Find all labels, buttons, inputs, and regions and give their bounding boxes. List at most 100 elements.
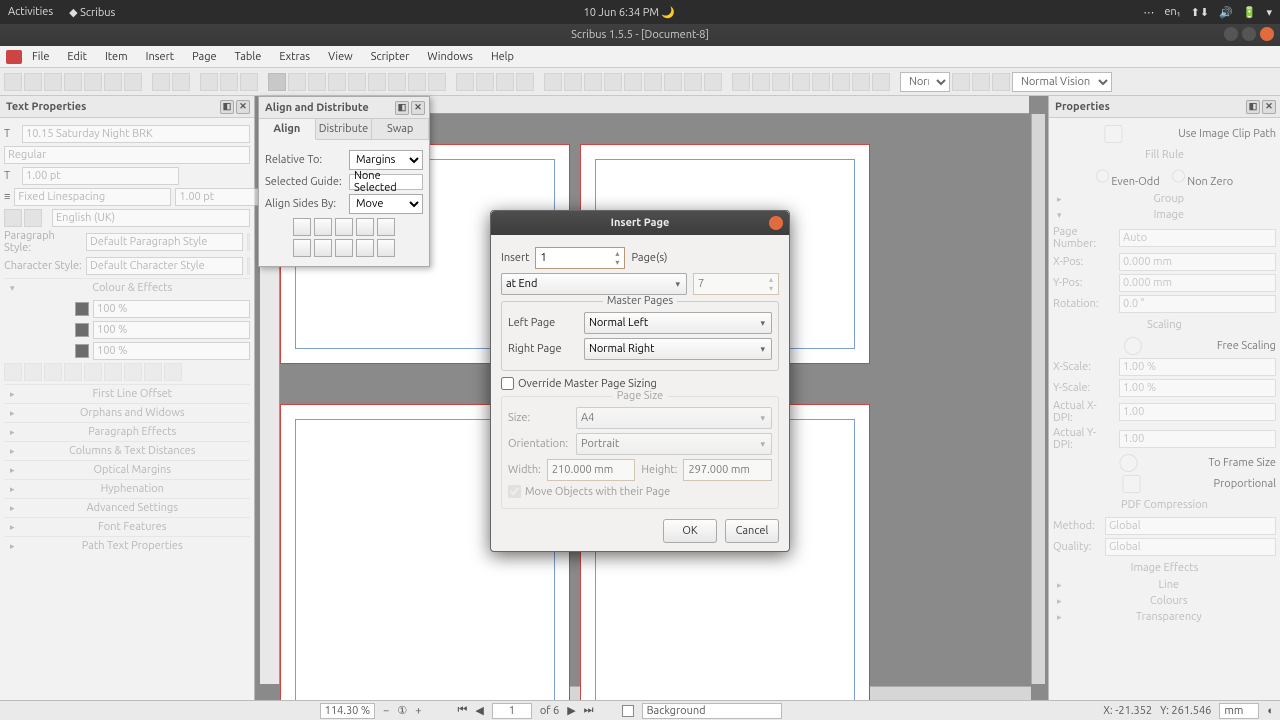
right-page-select[interactable]: Normal Right (584, 338, 772, 360)
window-close-button[interactable] (1260, 27, 1274, 41)
image-section[interactable]: Image (1066, 209, 1272, 221)
tool-link[interactable] (624, 73, 642, 91)
tool-spiral[interactable] (428, 73, 446, 91)
font-family-input[interactable] (22, 125, 250, 143)
tool-pdf[interactable] (124, 73, 142, 91)
tool-toggle-cm[interactable] (952, 73, 970, 91)
stroke-shade-input[interactable] (93, 321, 250, 339)
panel-close-icon[interactable]: ✕ (411, 101, 425, 115)
tool-eyedropper[interactable] (704, 73, 722, 91)
window-minimize-button[interactable] (1224, 27, 1238, 41)
align-left-icon[interactable] (4, 209, 22, 227)
cancel-button[interactable]: Cancel (725, 519, 779, 543)
bg-swatch[interactable] (75, 344, 89, 358)
align-right-button[interactable] (335, 218, 353, 236)
section-first-line[interactable]: First Line Offset (21, 388, 244, 400)
xscale-input[interactable] (1119, 358, 1276, 376)
align-left-button[interactable] (293, 218, 311, 236)
zoom-in-icon[interactable]: + (415, 705, 421, 717)
tool-polygon[interactable] (388, 73, 406, 91)
menu-page[interactable]: Page (184, 49, 225, 65)
font-style-input[interactable] (4, 146, 250, 164)
para-style-input[interactable] (86, 233, 243, 251)
linespacing-mode-input[interactable] (14, 188, 171, 206)
tool-text-frame[interactable] (288, 73, 306, 91)
align-sides-select[interactable]: Move (349, 194, 423, 214)
menu-item[interactable]: Item (97, 49, 136, 65)
preview-mode-select[interactable]: Normal (900, 72, 950, 92)
tool-edit-contents[interactable] (584, 73, 602, 91)
section-optical[interactable]: Optical Margins (21, 464, 244, 476)
tool-pdf-button[interactable] (732, 73, 750, 91)
align-center-icon[interactable] (24, 209, 42, 227)
align-bottom2-button[interactable] (377, 239, 395, 257)
battery-icon[interactable]: 🔋 (1243, 6, 1257, 19)
align-top-button[interactable] (293, 239, 311, 257)
page-next-icon[interactable]: ▶ (567, 704, 575, 717)
network-icon[interactable]: ⬆⬇ (1191, 6, 1209, 19)
para-style-clear-icon[interactable] (247, 233, 250, 251)
menu-scripter[interactable]: Scripter (363, 49, 418, 65)
panel-close-icon[interactable]: ✕ (236, 100, 250, 114)
xpos-input[interactable] (1119, 253, 1276, 271)
section-font-features[interactable]: Font Features (21, 521, 244, 533)
effect-icon[interactable] (164, 363, 182, 381)
effect-icon[interactable] (84, 363, 102, 381)
effect-icon[interactable] (144, 363, 162, 381)
tool-redo[interactable] (172, 73, 190, 91)
tray-dots-icon[interactable]: ⋯ (1143, 6, 1154, 19)
zoom-input[interactable]: 114.30 % (320, 703, 376, 719)
axdpi-input[interactable] (1119, 403, 1276, 421)
tool-cut[interactable] (200, 73, 218, 91)
dialog-close-button[interactable] (769, 216, 783, 230)
menu-table[interactable]: Table (227, 49, 270, 65)
tool-zoom[interactable] (564, 73, 582, 91)
effect-icon[interactable] (4, 363, 22, 381)
rotation-input[interactable] (1119, 295, 1276, 313)
tab-swap[interactable]: Swap (372, 119, 429, 139)
tool-render[interactable] (328, 73, 346, 91)
tool-close[interactable] (64, 73, 82, 91)
language-indicator[interactable]: en₁ (1164, 6, 1180, 18)
menu-edit[interactable]: Edit (59, 49, 95, 65)
page-first-icon[interactable]: ⏮ (457, 704, 467, 717)
section-columns[interactable]: Columns & Text Distances (21, 445, 244, 457)
tool-pdf-annot[interactable] (852, 73, 870, 91)
pagenum-input[interactable] (1119, 229, 1276, 247)
align-right2-button[interactable] (377, 218, 395, 236)
layer-select[interactable]: Background (642, 703, 782, 719)
app-menu[interactable]: ◆ Scribus (69, 6, 115, 19)
tool-rotate[interactable] (544, 73, 562, 91)
relative-to-select[interactable]: Margins (349, 150, 423, 170)
tool-new[interactable] (4, 73, 22, 91)
tool-shape[interactable] (368, 73, 386, 91)
tool-copy-props[interactable] (684, 73, 702, 91)
menu-windows[interactable]: Windows (419, 49, 481, 65)
menu-file[interactable]: File (24, 49, 57, 65)
fill-swatch[interactable] (75, 302, 89, 316)
section-hyphenation[interactable]: Hyphenation (21, 483, 244, 495)
section-advanced[interactable]: Advanced Settings (21, 502, 244, 514)
stroke-swatch[interactable] (75, 323, 89, 337)
aydpi-input[interactable] (1119, 430, 1276, 448)
effect-icon[interactable] (124, 363, 142, 381)
effect-icon[interactable] (104, 363, 122, 381)
left-page-select[interactable]: Normal Left (584, 312, 772, 334)
tool-print[interactable] (84, 73, 102, 91)
position-select[interactable]: at End (501, 273, 687, 295)
language-input[interactable] (52, 209, 250, 227)
tool-table[interactable] (348, 73, 366, 91)
status-icon[interactable]: ◐ (1267, 705, 1274, 717)
align-vcenter-button[interactable] (314, 239, 332, 257)
tool-copy[interactable] (220, 73, 238, 91)
section-orphans[interactable]: Orphans and Widows (21, 407, 244, 419)
tool-preflight[interactable] (104, 73, 122, 91)
tool-bezier[interactable] (476, 73, 494, 91)
activities-button[interactable]: Activities (8, 6, 53, 19)
align-bottom-button[interactable] (335, 239, 353, 257)
insert-count-input[interactable]: 1▴▾ (535, 247, 625, 269)
effect-icon[interactable] (64, 363, 82, 381)
tool-save[interactable] (44, 73, 62, 91)
transparency-section[interactable]: Transparency (1066, 611, 1272, 623)
effect-icon[interactable] (24, 363, 42, 381)
